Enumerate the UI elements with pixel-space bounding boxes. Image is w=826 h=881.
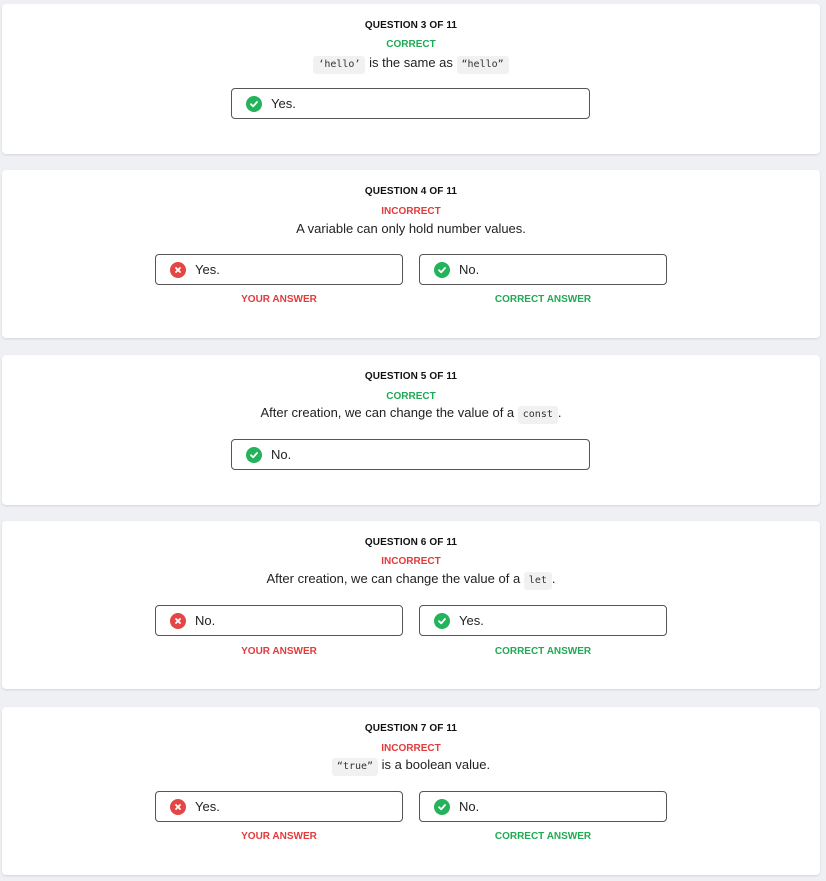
check-circle-icon bbox=[246, 95, 262, 112]
your-answer-option[interactable]: Yes. bbox=[155, 791, 403, 822]
x-circle-icon bbox=[170, 798, 186, 815]
code-snippet: “hello” bbox=[456, 56, 509, 74]
prompt-end: . bbox=[557, 405, 562, 420]
question-card-3: QUESTION 3 OF 11 CORRECT ‘hello’ is the … bbox=[2, 4, 820, 154]
code-snippet: “true” bbox=[331, 758, 379, 776]
prompt-text: is a boolean value. bbox=[378, 757, 491, 772]
question-prompt: After creation, we can change the value … bbox=[2, 405, 820, 424]
code-snippet: ‘hello’ bbox=[313, 56, 366, 74]
prompt-text: After creation, we can change the value … bbox=[266, 571, 524, 586]
correct-answer-option[interactable]: Yes. bbox=[419, 605, 667, 636]
question-number: QUESTION 5 OF 11 bbox=[364, 371, 458, 382]
question-prompt: ‘hello’ is the same as “hello” bbox=[2, 55, 820, 74]
answer-label: No. bbox=[459, 799, 480, 814]
question-number: QUESTION 6 OF 11 bbox=[364, 537, 458, 548]
your-answer-option[interactable]: No. bbox=[155, 605, 403, 636]
your-answer-label: YOUR ANSWER bbox=[241, 646, 317, 657]
result-status: INCORRECT bbox=[381, 556, 441, 567]
answer-label: No. bbox=[271, 447, 292, 462]
result-status: INCORRECT bbox=[381, 206, 441, 217]
question-prompt: “true” is a boolean value. bbox=[2, 757, 820, 776]
correct-answer-option[interactable]: No. bbox=[419, 791, 667, 822]
question-card-4: QUESTION 4 OF 11 INCORRECT A variable ca… bbox=[2, 170, 820, 338]
question-card-6: QUESTION 6 OF 11 INCORRECT After creatio… bbox=[2, 521, 820, 689]
your-answer-option[interactable]: Yes. bbox=[155, 254, 403, 285]
answer-label: Yes. bbox=[271, 96, 296, 111]
question-prompt: After creation, we can change the value … bbox=[2, 571, 820, 590]
question-prompt: A variable can only hold number values. bbox=[296, 221, 526, 236]
result-status: CORRECT bbox=[386, 39, 436, 50]
answer-label: No. bbox=[459, 262, 480, 277]
result-status: INCORRECT bbox=[381, 743, 441, 754]
code-snippet: let bbox=[523, 572, 552, 590]
x-circle-icon bbox=[170, 261, 186, 278]
question-number: QUESTION 4 OF 11 bbox=[364, 186, 458, 197]
code-snippet: const bbox=[517, 406, 558, 424]
answer-option[interactable]: Yes. bbox=[231, 88, 590, 119]
check-circle-icon bbox=[434, 261, 450, 278]
answer-option[interactable]: No. bbox=[231, 439, 590, 470]
answer-label: Yes. bbox=[195, 262, 220, 277]
your-answer-label: YOUR ANSWER bbox=[241, 831, 317, 842]
check-circle-icon bbox=[434, 612, 450, 629]
correct-answer-option[interactable]: No. bbox=[419, 254, 667, 285]
prompt-text: After creation, we can change the value … bbox=[260, 405, 518, 420]
check-circle-icon bbox=[434, 798, 450, 815]
answer-label: Yes. bbox=[195, 799, 220, 814]
correct-answer-label: CORRECT ANSWER bbox=[494, 646, 592, 657]
question-number: QUESTION 7 OF 11 bbox=[364, 723, 458, 734]
question-card-7: QUESTION 7 OF 11 INCORRECT “true” is a b… bbox=[2, 707, 820, 875]
x-circle-icon bbox=[170, 612, 186, 629]
correct-answer-label: CORRECT ANSWER bbox=[494, 294, 592, 305]
answer-label: No. bbox=[195, 613, 216, 628]
correct-answer-label: CORRECT ANSWER bbox=[494, 831, 592, 842]
check-circle-icon bbox=[246, 446, 262, 463]
question-card-5: QUESTION 5 OF 11 CORRECT After creation,… bbox=[2, 355, 820, 505]
prompt-text: is the same as bbox=[365, 55, 457, 70]
your-answer-label: YOUR ANSWER bbox=[241, 294, 317, 305]
prompt-end: . bbox=[551, 571, 556, 586]
result-status: CORRECT bbox=[386, 391, 436, 402]
answer-label: Yes. bbox=[459, 613, 484, 628]
question-number: QUESTION 3 OF 11 bbox=[364, 20, 458, 31]
